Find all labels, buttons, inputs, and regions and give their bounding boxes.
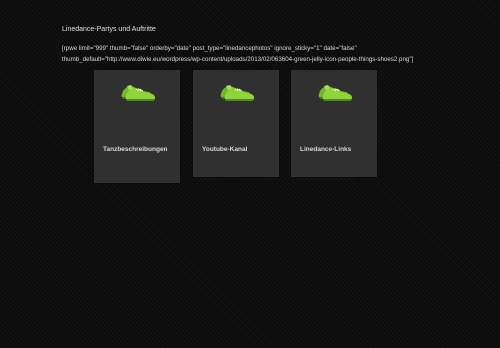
- green-shoes-icon: [220, 85, 254, 101]
- shortcode-line-2: thumb_default="http://www.diwie.eu/wordp…: [62, 56, 414, 63]
- shortcode-text: [rpwe limit="999" thumb="false" orderby=…: [62, 43, 442, 65]
- card-linedance-links[interactable]: Linedance-Links: [291, 70, 377, 177]
- card-youtube-kanal[interactable]: Youtube-Kanal: [193, 70, 279, 177]
- card-tanzbeschreibungen[interactable]: Tanzbeschreibungen: [94, 70, 180, 183]
- page: Linedance-Partys und Auftritte [rpwe lim…: [0, 0, 500, 348]
- card-label: Youtube-Kanal: [202, 146, 248, 153]
- shortcode-line-1: [rpwe limit="999" thumb="false" orderby=…: [62, 45, 357, 52]
- page-title: Linedance-Partys und Auftritte: [62, 26, 156, 33]
- card-label: Linedance-Links: [300, 146, 352, 153]
- green-shoes-icon: [121, 85, 155, 101]
- green-shoes-icon: [318, 85, 352, 101]
- card-label: Tanzbeschreibungen: [103, 146, 168, 153]
